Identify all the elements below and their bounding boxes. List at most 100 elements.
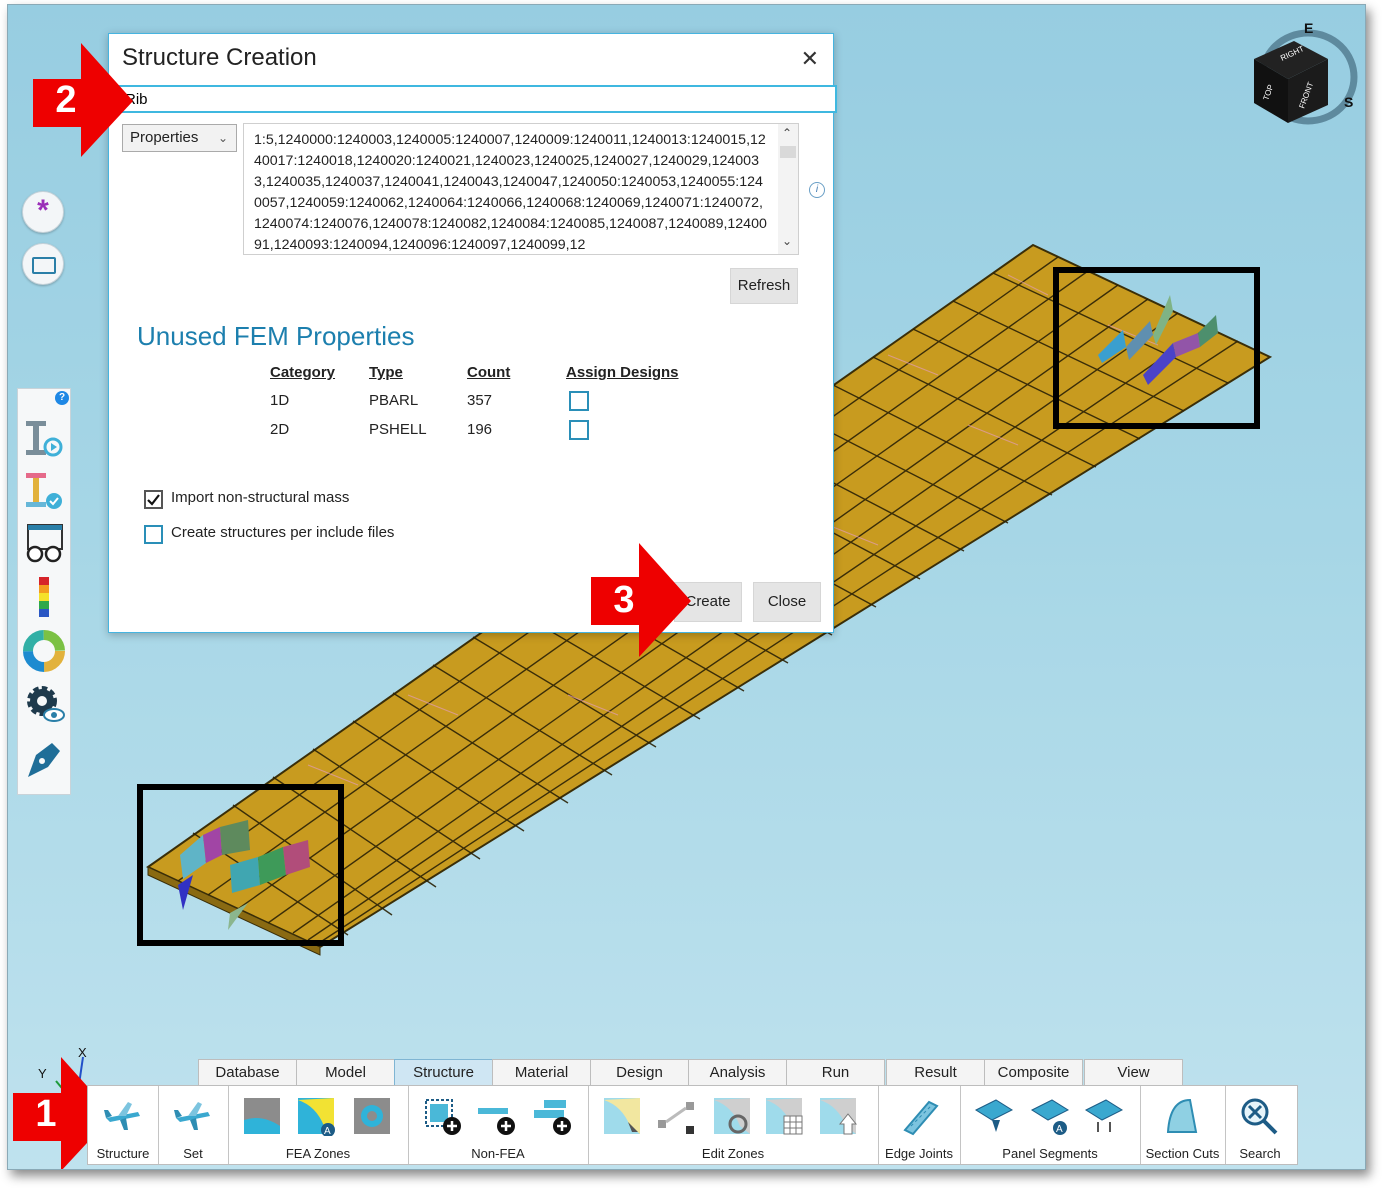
source-type-dropdown[interactable]: Properties ⌄ [122,124,237,152]
left-tool-panel: ? [17,388,71,795]
color-wheel-icon[interactable] [22,629,66,673]
svg-text:A: A [324,1126,331,1136]
dialog-close-icon[interactable]: ✕ [801,46,819,72]
id-list-textarea[interactable]: 1:5,1240000:1240003,1240005:1240007,1240… [243,123,799,255]
color-legend-icon[interactable] [22,575,66,619]
gear-eye-icon[interactable] [22,683,66,727]
edge-joints-label: Edge Joints [885,1146,953,1161]
tab-view[interactable]: View [1084,1059,1183,1085]
column-header-count[interactable]: Count [467,364,510,381]
callout-number-1: 1 [35,1093,57,1135]
checkmark-icon [147,494,160,506]
tab-database[interactable]: Database [198,1059,297,1085]
panel-segment-icon[interactable] [974,1096,1014,1136]
callout-number-3: 3 [613,579,635,621]
column-header-assign-designs[interactable]: Assign Designs [566,364,679,381]
panel-segments-group: A Panel Segments [960,1086,1141,1164]
ribbon-toolbar: Structure Set A FEA Zones Non-FEA Edit Z… [87,1085,1298,1165]
tab-structure[interactable]: Structure [394,1059,493,1085]
scroll-up-icon[interactable]: ⌃ [782,126,792,140]
chevron-down-icon: ⌄ [217,131,228,145]
add-joint-icon[interactable] [532,1096,572,1136]
section-cuts-button[interactable]: Section Cuts [1140,1086,1226,1164]
tab-design[interactable]: Design [590,1059,689,1085]
structure-name-input[interactable] [117,85,837,113]
graphics-viewport[interactable]: RIGHT TOP FRONT E S * ? X Y Structure Cr… [7,4,1366,1170]
fea-zones-label: FEA Zones [285,1146,351,1161]
tab-result[interactable]: Result [886,1059,985,1085]
highlight-box-upper [1053,267,1260,429]
section-cut-icon [1166,1098,1198,1133]
panel-segment-auto-icon[interactable]: A [1030,1096,1070,1136]
structure-button[interactable]: Structure [88,1086,159,1164]
ibeam-check-icon[interactable] [22,469,66,513]
box-select-button[interactable] [22,243,64,285]
airplane-icon [104,1102,140,1130]
compass-e-label: E [1304,20,1313,36]
edit-zone-split-icon[interactable] [656,1096,696,1136]
panel-segment-edit-icon[interactable] [1084,1096,1124,1136]
section-cuts-label: Section Cuts [1145,1146,1220,1161]
dialog-title: Structure Creation [122,44,317,71]
id-list-scrollbar[interactable]: ⌃ ⌄ [778,124,798,254]
scroll-down-icon[interactable]: ⌄ [782,234,792,248]
asterisk-icon: * [37,194,49,227]
assign-designs-checkbox-2d[interactable] [569,420,589,440]
view-cube[interactable]: RIGHT TOP FRONT E S [1244,19,1364,129]
set-button[interactable]: Set [158,1086,229,1164]
close-button[interactable]: Close [753,582,821,622]
add-zone-icon[interactable] [422,1096,462,1136]
scroll-thumb[interactable] [780,146,796,158]
panel-segments-label: Panel Segments [1002,1146,1098,1161]
tab-model[interactable]: Model [296,1059,395,1085]
select-all-button[interactable]: * [22,191,64,233]
edit-zone-up-icon[interactable] [818,1096,858,1136]
tab-material[interactable]: Material [492,1059,591,1085]
fea-zone-icon[interactable] [242,1096,282,1136]
id-list-text: 1:5,1240000:1240003,1240005:1240007,1240… [254,132,767,253]
unused-fem-properties-title: Unused FEM Properties [137,321,415,351]
fea-zone-gear-icon[interactable] [352,1096,392,1136]
ibeam-play-icon[interactable] [22,417,66,461]
assign-designs-checkbox-1d[interactable] [569,391,589,411]
edit-zone-grid-icon[interactable] [764,1096,804,1136]
glasses-icon[interactable] [22,521,66,565]
import-nsm-label[interactable]: Import non-structural mass [171,489,349,506]
column-header-category[interactable]: Category [270,364,335,381]
pen-icon[interactable] [22,737,66,781]
edit-zones-label: Edit Zones [701,1146,765,1161]
column-header-type[interactable]: Type [369,364,403,381]
tab-run[interactable]: Run [786,1059,885,1085]
per-include-label[interactable]: Create structures per include files [171,524,394,541]
info-icon[interactable]: i [809,182,825,198]
fea-zone-auto-icon[interactable]: A [296,1096,336,1136]
search-button[interactable]: Search [1225,1086,1295,1164]
edit-zone-select-icon[interactable] [602,1096,642,1136]
row-2d-count: 196 [467,421,493,438]
set-button-label: Set [183,1146,203,1161]
refresh-button[interactable]: Refresh [730,268,798,304]
tab-composite[interactable]: Composite [984,1059,1083,1085]
non-fea-group: Non-FEA [408,1086,589,1164]
per-include-checkbox[interactable] [144,525,163,544]
highlight-box-lower [137,784,344,946]
search-label: Search [1239,1146,1281,1161]
row-1d-count: 357 [467,392,493,409]
airplane-set-icon [174,1102,210,1130]
edge-joints-button[interactable]: Edge Joints [878,1086,961,1164]
row-2d-type: PSHELL [369,421,427,438]
row-1d-category: 1D [270,392,290,409]
tab-analysis[interactable]: Analysis [688,1059,787,1085]
edit-zones-group: Edit Zones [588,1086,879,1164]
add-bar-icon[interactable] [476,1096,516,1136]
row-1d-type: PBARL [369,392,419,409]
search-icon [1241,1098,1278,1135]
rectangle-icon [32,257,56,274]
help-icon[interactable]: ? [55,391,69,405]
callout-number-2: 2 [55,79,77,121]
edge-joint-icon [903,1100,939,1136]
compass-s-label: S [1344,94,1353,110]
edit-zone-refresh-icon[interactable] [712,1096,752,1136]
source-type-value: Properties [130,129,199,146]
import-nsm-checkbox[interactable] [144,490,163,509]
